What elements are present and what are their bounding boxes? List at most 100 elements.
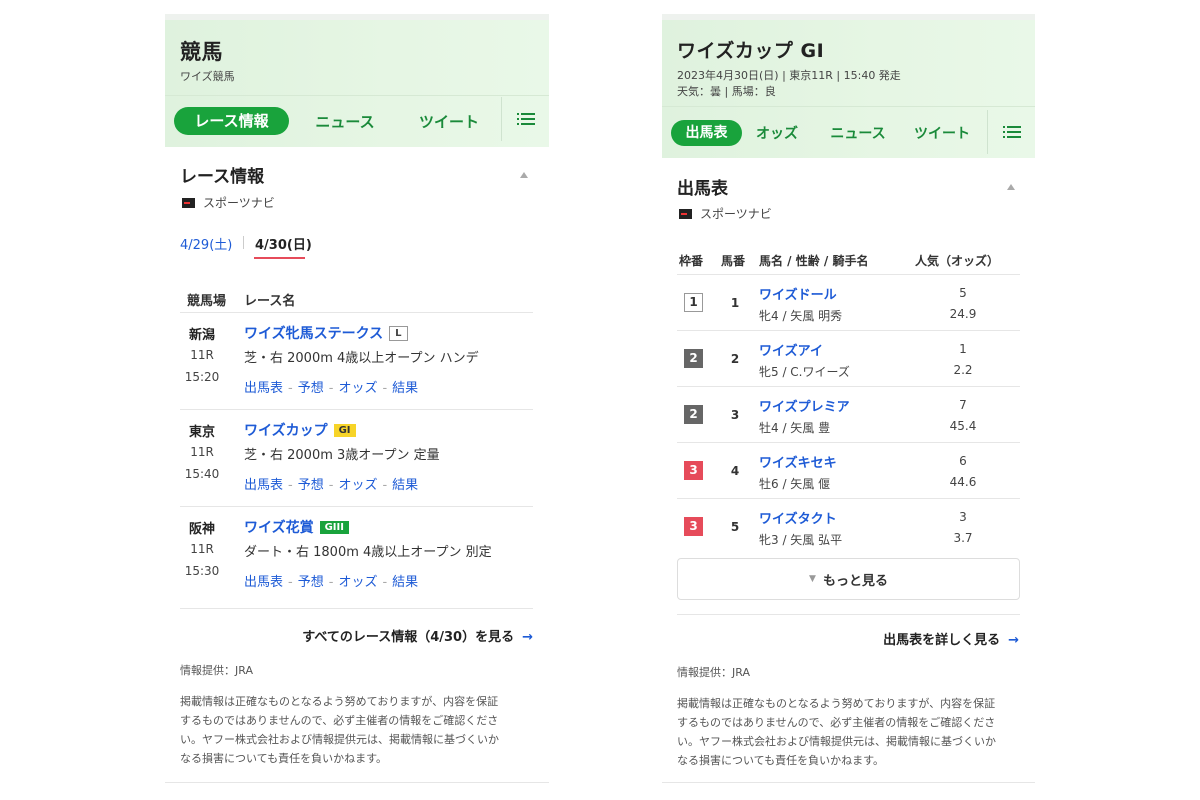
link-result[interactable]: 結果 — [392, 575, 418, 590]
menu-button[interactable] — [501, 97, 549, 141]
tab-entries[interactable]: 出馬表 — [671, 120, 742, 146]
race-condition: 芝・右 2000m 3歳オープン 定量 — [244, 448, 440, 463]
waku-badge: 2 — [684, 349, 703, 368]
race-venue: 新潟 — [188, 328, 215, 343]
sportsnavi-logo-icon — [679, 208, 692, 219]
waku-badge: 3 — [684, 461, 703, 480]
popularity: 1 — [959, 342, 967, 356]
table-row: 2 3 ワイズプレミア 牡4 / 矢風 豊 7 45.4 — [677, 388, 1020, 443]
date-tab-prev[interactable]: 4/29(土) — [180, 234, 232, 253]
arrow-right-icon: → — [522, 630, 533, 645]
horse-name-link[interactable]: ワイズアイ — [759, 340, 823, 359]
th-umaban: 馬番 — [721, 254, 746, 268]
horse-info: 牡4 / 矢風 豊 — [759, 421, 831, 435]
waku-badge: 3 — [684, 517, 703, 536]
page-title: 競馬 — [180, 40, 223, 64]
race-title: ワイズカップ GI — [677, 40, 825, 62]
odds: 45.4 — [949, 419, 977, 433]
grade-badge: GIII — [319, 521, 349, 534]
race-venue: 阪神 — [188, 522, 215, 537]
tab-tweet[interactable]: ツイート — [398, 111, 500, 132]
link-entries[interactable]: 出馬表 — [244, 478, 283, 493]
list-menu-icon — [516, 113, 535, 125]
arrow-right-icon: → — [1008, 633, 1019, 648]
race-datetime: 2023年4月30日(日) | 東京11R | 15:40 発走 — [677, 69, 901, 82]
race-row: 新潟 11R 15:20 ワイズ牝馬ステークス L 芝・右 2000m 4歳以上オ… — [180, 319, 533, 410]
see-all-races-link[interactable]: すべてのレース情報（4/30）を見る → — [302, 626, 533, 645]
link-prediction[interactable]: 予想 — [298, 478, 324, 493]
race-row: 阪神 11R 15:30 ワイズ花賞 GIII ダート・右 1800m 4歳以上オ… — [180, 513, 533, 604]
race-links: 出馬表 - 予想 - オッズ - 結果 — [244, 478, 419, 493]
tab-odds[interactable]: オッズ — [742, 123, 812, 143]
menu-button[interactable] — [987, 110, 1035, 154]
date-tab-current[interactable]: 4/30(日) — [255, 234, 312, 253]
umaban: 2 — [730, 352, 740, 366]
page-subtitle: ワイズ競馬 — [180, 70, 235, 83]
race-number: 11R — [190, 348, 214, 362]
link-odds[interactable]: オッズ — [338, 478, 377, 493]
caret-down-icon: ▼ — [809, 574, 816, 584]
date-underline — [254, 257, 305, 259]
race-name-link[interactable]: ワイズ牝馬ステークス — [244, 326, 383, 342]
entries-detail-link[interactable]: 出馬表を詳しく見る → — [883, 629, 1019, 648]
th-waku: 枠番 — [679, 254, 704, 268]
link-prediction[interactable]: 予想 — [298, 575, 324, 590]
race-time: 15:30 — [184, 564, 220, 578]
horse-info: 牝3 / 矢風 弘平 — [759, 533, 843, 547]
horse-info: 牝5 / C.ワイーズ — [759, 365, 850, 379]
horse-info: 牝4 / 矢風 明秀 — [759, 309, 843, 323]
popularity: 3 — [959, 510, 967, 524]
table-row: 1 1 ワイズドール 牝4 / 矢風 明秀 5 24.9 — [677, 276, 1020, 331]
waku-badge: 1 — [684, 293, 703, 312]
grade-badge: GI — [333, 424, 356, 437]
show-more-button[interactable]: ▼ もっと見る — [677, 558, 1020, 600]
race-venue: 東京 — [188, 425, 215, 440]
caret-up-icon[interactable] — [520, 172, 528, 178]
odds: 24.9 — [949, 307, 977, 321]
horse-name-link[interactable]: ワイズプレミア — [759, 396, 850, 415]
caret-up-icon[interactable] — [1007, 184, 1015, 190]
horse-info: 牡6 / 矢風 偃 — [759, 477, 831, 491]
tab-news[interactable]: ニュース — [818, 123, 898, 143]
race-condition: ダート・右 1800m 4歳以上オープン 別定 — [244, 545, 492, 560]
link-odds[interactable]: オッズ — [338, 575, 377, 590]
table-row: 3 5 ワイズタクト 牝3 / 矢風 弘平 3 3.7 — [677, 500, 1020, 555]
sportsnavi-logo-icon — [182, 197, 195, 208]
race-name-link[interactable]: ワイズ花賞 — [244, 520, 314, 536]
left-panel: 競馬 ワイズ競馬 レース情報 ニュース ツイート レース情報 スポーツナビ 4/… — [165, 14, 549, 786]
source-note: 情報提供：JRA — [180, 664, 253, 677]
tab-news[interactable]: ニュース — [294, 111, 396, 132]
link-result[interactable]: 結果 — [392, 381, 418, 396]
right-panel: ワイズカップ GI 2023年4月30日(日) | 東京11R | 15:40 … — [662, 14, 1035, 786]
umaban: 3 — [730, 408, 740, 422]
tab-race-info[interactable]: レース情報 — [174, 107, 289, 135]
link-result[interactable]: 結果 — [392, 478, 418, 493]
horse-name-link[interactable]: ワイズドール — [759, 284, 837, 303]
race-name-link[interactable]: ワイズカップ — [244, 423, 328, 439]
race-header: ワイズカップ GI 2023年4月30日(日) | 東京11R | 15:40 … — [662, 14, 1035, 158]
table-row: 3 4 ワイズキセキ 牡6 / 矢風 偃 6 44.6 — [677, 444, 1020, 499]
section-title: 出馬表 — [677, 179, 728, 199]
odds: 44.6 — [949, 475, 977, 489]
race-number: 11R — [190, 445, 214, 459]
disclaimer: 掲載情報は正確なものとなるよう努めておりますが、内容を保証 するものではありませ… — [677, 697, 996, 767]
section-title: レース情報 — [180, 167, 265, 187]
race-links: 出馬表 - 予想 - オッズ - 結果 — [244, 381, 419, 396]
source-note: 情報提供：JRA — [677, 666, 750, 679]
tab-tweet[interactable]: ツイート — [902, 123, 982, 143]
provider: スポーツナビ — [679, 205, 772, 222]
race-row: 東京 11R 15:40 ワイズカップ GI 芝・右 2000m 3歳オープン 定… — [180, 416, 533, 507]
link-entries[interactable]: 出馬表 — [244, 381, 283, 396]
popularity: 5 — [959, 286, 967, 300]
horse-name-link[interactable]: ワイズタクト — [759, 508, 837, 527]
odds: 3.7 — [953, 531, 973, 545]
th-venue: 競馬場 — [187, 294, 227, 309]
popularity: 6 — [959, 454, 967, 468]
link-entries[interactable]: 出馬表 — [244, 575, 283, 590]
race-time: 15:40 — [184, 467, 220, 481]
link-prediction[interactable]: 予想 — [298, 381, 324, 396]
horse-name-link[interactable]: ワイズキセキ — [759, 452, 837, 471]
popularity: 7 — [959, 398, 967, 412]
grade-badge: L — [389, 326, 408, 341]
link-odds[interactable]: オッズ — [338, 381, 377, 396]
